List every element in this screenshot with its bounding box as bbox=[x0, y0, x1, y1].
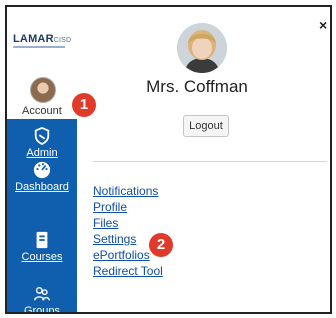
nav-header: LAMARCISD Account bbox=[7, 7, 77, 119]
nav-item-label: Courses bbox=[21, 251, 63, 263]
logo-suffix: CISD bbox=[53, 37, 72, 44]
groups-icon bbox=[34, 286, 50, 301]
nav-item-admin[interactable]: Admin bbox=[7, 127, 77, 159]
annotation-marker-1: 1 bbox=[72, 93, 96, 117]
logo-text: LAMAR bbox=[13, 33, 54, 45]
link-redirect-tool[interactable]: Redirect Tool bbox=[93, 263, 163, 279]
user-name: Mrs. Coffman bbox=[146, 77, 248, 96]
logo-tagline-bar bbox=[13, 46, 65, 48]
nav-item-label: Dashboard bbox=[15, 181, 69, 193]
nav-item-courses[interactable]: Courses bbox=[7, 231, 77, 263]
account-tray-window: LAMARCISD Account Admin Dashboard Course… bbox=[5, 5, 332, 314]
logout-button[interactable]: Logout bbox=[183, 115, 229, 137]
link-eportfolios[interactable]: ePortfolios bbox=[93, 247, 163, 263]
nav-item-dashboard[interactable]: Dashboard bbox=[7, 161, 77, 193]
global-nav: Admin Dashboard Courses Groups bbox=[7, 119, 77, 314]
link-files[interactable]: Files bbox=[93, 215, 163, 231]
account-links: Notifications Profile Files Settings ePo… bbox=[93, 183, 163, 279]
lamar-cisd-logo[interactable]: LAMARCISD bbox=[13, 33, 75, 53]
book-icon bbox=[36, 231, 48, 249]
shield-icon bbox=[34, 127, 50, 145]
divider bbox=[93, 161, 327, 162]
close-icon[interactable]: × bbox=[319, 17, 327, 33]
link-notifications[interactable]: Notifications bbox=[93, 183, 163, 199]
dashboard-icon bbox=[33, 161, 51, 179]
profile-avatar bbox=[177, 23, 227, 73]
link-profile[interactable]: Profile bbox=[93, 199, 163, 215]
nav-account-avatar[interactable] bbox=[30, 77, 56, 103]
link-settings[interactable]: Settings bbox=[93, 231, 163, 247]
nav-item-groups[interactable]: Groups bbox=[7, 285, 77, 314]
nav-item-label: Groups bbox=[23, 305, 61, 314]
nav-item-label: Admin bbox=[26, 147, 58, 159]
profile-photo bbox=[177, 23, 227, 73]
nav-account-label[interactable]: Account bbox=[22, 105, 62, 117]
